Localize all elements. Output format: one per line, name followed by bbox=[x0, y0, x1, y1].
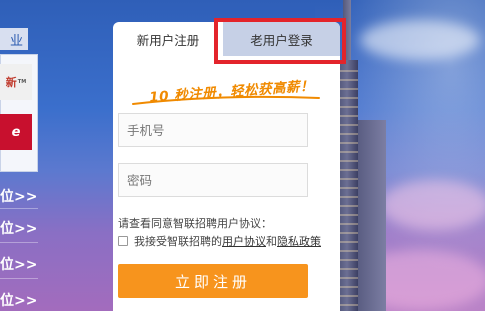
privacy-policy-link[interactable]: 隐私政策 bbox=[277, 233, 321, 249]
cloud bbox=[360, 20, 480, 60]
user-agreement-link[interactable]: 用户协议 bbox=[222, 233, 266, 249]
left-link[interactable]: 位>> bbox=[0, 254, 37, 274]
company-logo[interactable]: 新 TM bbox=[0, 64, 32, 100]
left-nav-tab[interactable]: 业 bbox=[0, 28, 28, 50]
left-link[interactable]: 位>> bbox=[0, 186, 37, 206]
phone-input[interactable] bbox=[118, 113, 308, 147]
agreement-row: 我接受智联招聘的 用户协议 和 隐私政策 bbox=[118, 233, 321, 249]
agreement-prefix: 我接受智联招聘的 bbox=[134, 235, 222, 248]
building bbox=[358, 120, 386, 311]
company-logo[interactable]: e bbox=[0, 114, 32, 150]
agreement-and: 和 bbox=[266, 235, 277, 248]
left-link[interactable]: 位>> bbox=[0, 218, 37, 238]
page: 业 新 TM e 位>> 位>> 位>> 位>> 新用户注册 老用户登录 10 … bbox=[0, 0, 485, 311]
divider bbox=[0, 278, 38, 279]
register-button[interactable]: 立即注册 bbox=[118, 264, 308, 298]
slogan: 10 秒注册，轻松获高薪！ bbox=[131, 74, 331, 106]
password-input[interactable] bbox=[118, 163, 308, 197]
cloud bbox=[380, 180, 485, 230]
left-link[interactable]: 位>> bbox=[0, 290, 37, 310]
company-logo-text: 新 bbox=[5, 76, 17, 89]
agreement-hint: 请查看同意智联招聘用户协议： bbox=[118, 217, 272, 230]
divider bbox=[0, 208, 38, 209]
highlight-box bbox=[214, 18, 346, 64]
agreement-checkbox[interactable] bbox=[118, 236, 128, 246]
register-card: 新用户注册 老用户登录 10 秒注册，轻松获高薪！ 请查看同意智联招聘用户协议：… bbox=[113, 22, 340, 311]
company-logo-text: e bbox=[11, 124, 21, 140]
divider bbox=[0, 242, 38, 243]
company-logo-mark: TM bbox=[17, 79, 27, 85]
tab-register[interactable]: 新用户注册 bbox=[113, 22, 223, 56]
